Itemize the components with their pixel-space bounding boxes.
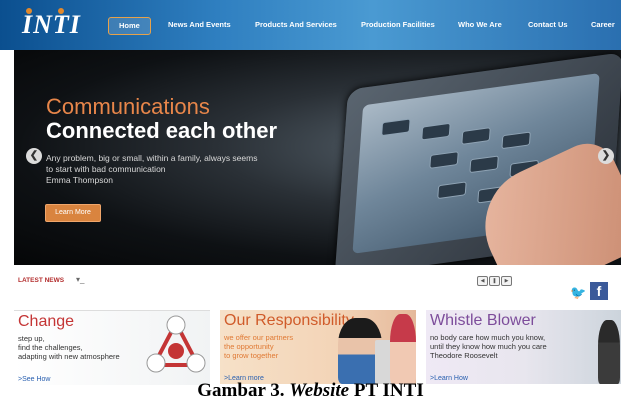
nav-production-facilities[interactable]: Production Facilities xyxy=(361,17,435,33)
card-text: step up, find the challenges, adapting w… xyxy=(18,334,120,361)
latest-news-bar: LATEST NEWS ▾_ ◀ ❚ ▶ 🐦 f xyxy=(0,265,621,305)
screen-key xyxy=(437,181,467,200)
nav-contact-us[interactable]: Contact Us xyxy=(528,17,568,33)
site-header: INTI Home News And Events Products And S… xyxy=(0,0,621,50)
card-line: adapting with new atmosphere xyxy=(18,352,120,361)
caption-italic: Website xyxy=(289,380,350,401)
change-triangle-graphic xyxy=(146,315,206,373)
twitter-icon[interactable]: 🐦 xyxy=(570,285,586,301)
card-line: we offer our partners xyxy=(224,333,294,342)
ticker-pause-icon[interactable]: ❚ xyxy=(489,276,500,286)
screen-key xyxy=(381,118,411,137)
slider-prev-arrow-icon[interactable]: ❮ xyxy=(26,148,42,164)
hero-quote: Any problem, big or small, within a fami… xyxy=(46,153,266,186)
nav-news-and-events[interactable]: News And Events xyxy=(168,17,231,33)
screen-key xyxy=(429,151,459,169)
logo-dot xyxy=(26,8,32,14)
card-text: no body care how much you know, until th… xyxy=(430,333,547,360)
facebook-icon[interactable]: f xyxy=(590,282,608,300)
card-line: to grow together xyxy=(224,351,279,360)
hero-title: Communications xyxy=(46,94,210,119)
card-our-responsibility[interactable]: Our Responsibility we offer our partners… xyxy=(220,310,416,384)
screen-key xyxy=(461,127,491,145)
card-title: Change xyxy=(18,313,75,330)
card-line: no body care how much you know, xyxy=(430,333,546,342)
card-title: Whistle Blower xyxy=(430,312,536,329)
learn-more-button[interactable]: Learn More xyxy=(45,204,101,222)
screen-key xyxy=(421,122,451,141)
person-image xyxy=(390,314,416,384)
card-change[interactable]: Change step up, find the challenges, ada… xyxy=(14,310,210,385)
ticker-next-icon[interactable]: ▶ xyxy=(501,276,512,286)
hero-quote-text: Any problem, big or small, within a fami… xyxy=(46,153,258,174)
hero-subtitle: Connected each other xyxy=(46,118,278,143)
slider-next-arrow-icon[interactable]: ❯ xyxy=(598,148,614,164)
card-line: Theodore Roosevelt xyxy=(430,351,498,360)
card-line: step up, xyxy=(18,334,45,343)
caption-suffix: PT INTI xyxy=(349,380,424,401)
card-whistle-blower[interactable]: Whistle Blower no body care how much you… xyxy=(426,310,621,384)
screen-key xyxy=(469,155,499,174)
nav-who-we-are[interactable]: Who We Are xyxy=(458,17,502,33)
card-line: find the challenges, xyxy=(18,343,83,352)
card-text: we offer our partners the opportunity to… xyxy=(224,333,293,360)
nav-career[interactable]: Career xyxy=(591,17,615,33)
card-line: the opportunity xyxy=(224,342,274,351)
news-ticker-icon: ▾_ xyxy=(76,275,85,284)
nav-products-and-services[interactable]: Products And Services xyxy=(255,17,337,33)
hero-slider: Communications Connected each other Any … xyxy=(14,50,621,265)
screen-key xyxy=(501,131,531,150)
hero-quote-author: Emma Thompson xyxy=(46,175,113,185)
card-line: until they know how much you care xyxy=(430,342,547,351)
card-title: Our Responsibility xyxy=(224,312,354,329)
nav-home[interactable]: Home xyxy=(108,17,151,35)
caption-prefix: Gambar 3. xyxy=(197,380,290,401)
person-image xyxy=(598,320,620,384)
inti-logo[interactable]: INTI xyxy=(22,8,81,40)
ticker-prev-icon[interactable]: ◀ xyxy=(477,276,488,286)
figure-caption: Gambar 3. Website PT INTI xyxy=(0,380,621,402)
logo-dot xyxy=(58,8,64,14)
latest-news-label: LATEST NEWS xyxy=(18,277,65,284)
